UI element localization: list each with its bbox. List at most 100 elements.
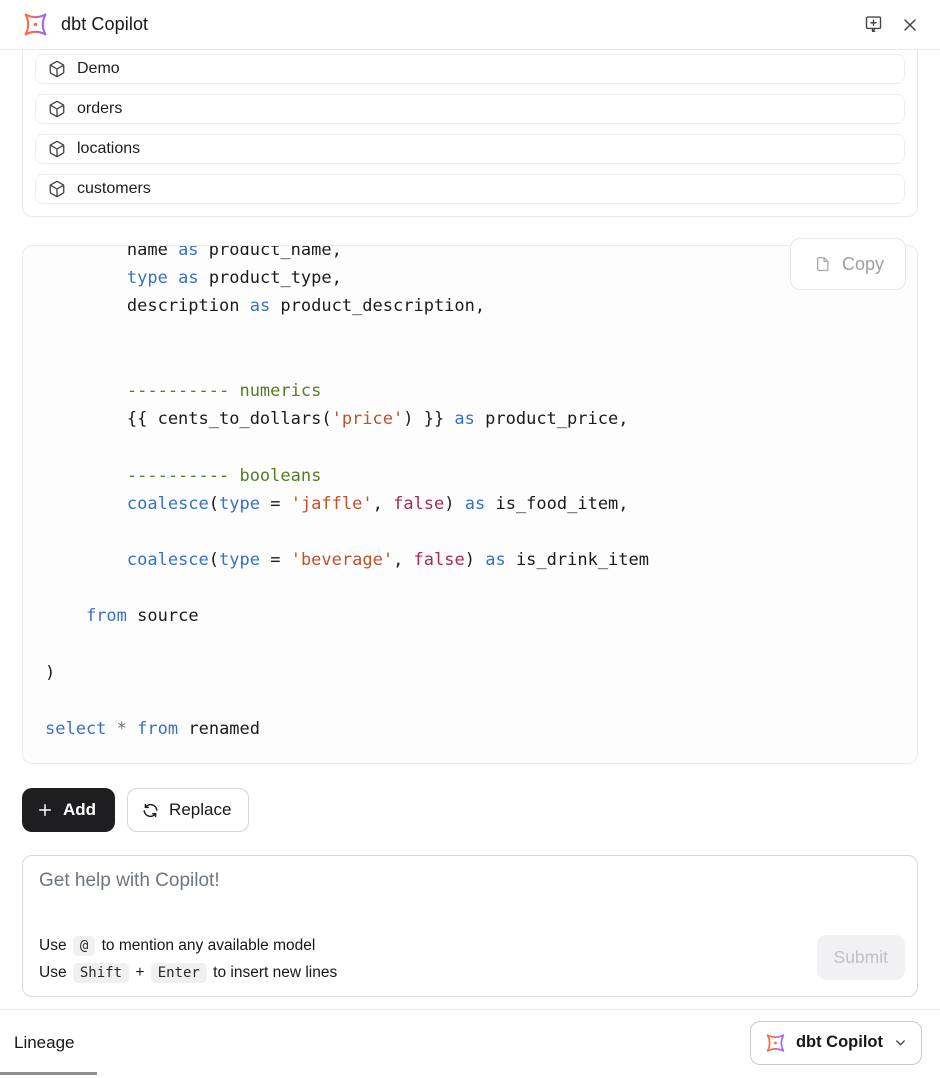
model-cube-icon [48, 60, 66, 78]
code-token: renamed [178, 719, 260, 739]
popout-new-thread-button[interactable] [863, 14, 884, 35]
model-chip-demo[interactable]: Demo [35, 54, 905, 84]
hint-text: to mention any available model [97, 937, 315, 955]
code-line: name as product_name, [45, 245, 901, 264]
code-token: type [219, 494, 260, 514]
code-token: = [260, 550, 291, 570]
code-token: type [219, 550, 260, 570]
code-line [45, 433, 901, 461]
code-line [45, 574, 901, 602]
code-token: from [86, 606, 127, 626]
code-token [45, 550, 127, 570]
submit-button[interactable]: Submit [817, 935, 905, 980]
code-line: description as product_description, [45, 292, 901, 320]
code-token: , [373, 494, 393, 514]
code-token: is_food_item, [485, 494, 628, 514]
code-token: as [178, 268, 198, 288]
replace-button-label: Replace [169, 800, 231, 820]
code-token [127, 719, 137, 739]
code-line: type as product_type, [45, 264, 901, 292]
close-panel-button[interactable] [900, 15, 920, 35]
code-token: ---------- booleans [45, 466, 321, 486]
prompt-hints: Use @ to mention any available modelUse … [39, 929, 337, 983]
code-token: ( [209, 494, 219, 514]
code-token: from [137, 719, 178, 739]
code-token: select [45, 719, 106, 739]
hint-text: to insert new lines [209, 964, 337, 982]
hint-text: Use [39, 937, 71, 955]
copilot-message-area: Demo orders locations customers [0, 50, 940, 997]
model-chip-label: Demo [77, 60, 120, 78]
code-token: as [485, 550, 505, 570]
close-icon [900, 15, 920, 35]
code-token: ---------- numerics [45, 381, 321, 401]
copilot-dropdown-button[interactable]: dbt Copilot [750, 1021, 922, 1065]
copy-icon [812, 254, 832, 274]
code-line: ---------- booleans [45, 462, 901, 490]
panel-header: dbt Copilot [0, 0, 940, 50]
model-chip-label: orders [77, 100, 122, 118]
code-token: 'jaffle' [291, 494, 373, 514]
code-token: false [393, 494, 444, 514]
replace-button[interactable]: Replace [127, 788, 249, 832]
copy-code-button[interactable]: Copy [790, 238, 906, 290]
key-badge: @ [73, 936, 95, 956]
refresh-icon [141, 801, 160, 820]
model-cube-icon [48, 100, 66, 118]
add-button[interactable]: Add [22, 788, 115, 832]
model-cube-icon [48, 140, 66, 158]
key-badge: Shift [73, 963, 129, 983]
code-token [106, 719, 116, 739]
model-chip-locations[interactable]: locations [35, 134, 905, 164]
hint-line: Use Shift + Enter to insert new lines [39, 963, 337, 983]
code-token: coalesce [127, 494, 209, 514]
code-token: product_description, [270, 296, 485, 316]
code-token: description [45, 296, 250, 316]
code-line: ---------- numerics [45, 377, 901, 405]
tab-lineage[interactable]: Lineage [14, 1033, 75, 1053]
code-line: coalesce(type = 'beverage', false) as is… [45, 546, 901, 574]
hint-line: Use @ to mention any available model [39, 936, 337, 956]
code-token: source [127, 606, 199, 626]
code-line [45, 687, 901, 715]
code-token: product_price, [475, 409, 629, 429]
model-chip-customers[interactable]: customers [35, 174, 905, 204]
copy-button-label: Copy [842, 254, 884, 275]
prompt-input[interactable]: Get help with Copilot! Use @ to mention … [22, 855, 918, 997]
hint-text: + [131, 964, 149, 982]
chevron-down-icon [893, 1035, 908, 1050]
model-chip-label: locations [77, 140, 140, 158]
code-line: coalesce(type = 'jaffle', false) as is_f… [45, 490, 901, 518]
code-token: , [393, 550, 413, 570]
code-token: {{ cents_to_dollars( [45, 409, 332, 429]
code-token: 'beverage' [291, 550, 393, 570]
plus-icon [36, 801, 54, 819]
code-token [168, 268, 178, 288]
add-button-label: Add [63, 800, 96, 820]
code-actions-row: Add Replace [22, 788, 918, 832]
code-token [45, 606, 86, 626]
code-token: as [178, 245, 198, 260]
code-scroll-view[interactable]: name as product_name, type as product_ty… [22, 245, 918, 764]
code-token: coalesce [127, 550, 209, 570]
code-token: * [117, 719, 127, 739]
code-token: product_name, [199, 245, 342, 260]
code-line: ) [45, 659, 901, 687]
code-token: ) [45, 663, 55, 683]
code-line: from source [45, 602, 901, 630]
code-token: 'price' [332, 409, 404, 429]
code-token: as [250, 296, 270, 316]
code-token: ( [209, 550, 219, 570]
code-line: select * from renamed [45, 715, 901, 743]
code-token [45, 494, 127, 514]
popout-plus-icon [863, 14, 884, 35]
dbt-copilot-logo-icon [765, 1033, 786, 1053]
code-token: ) }} [403, 409, 454, 429]
code-token: type [127, 268, 168, 288]
code-line [45, 631, 901, 659]
model-cube-icon [48, 180, 66, 198]
code-token: ) [465, 550, 485, 570]
dbt-copilot-logo-icon [22, 12, 49, 37]
code-content: name as product_name, type as product_ty… [45, 245, 901, 743]
model-chip-orders[interactable]: orders [35, 94, 905, 124]
